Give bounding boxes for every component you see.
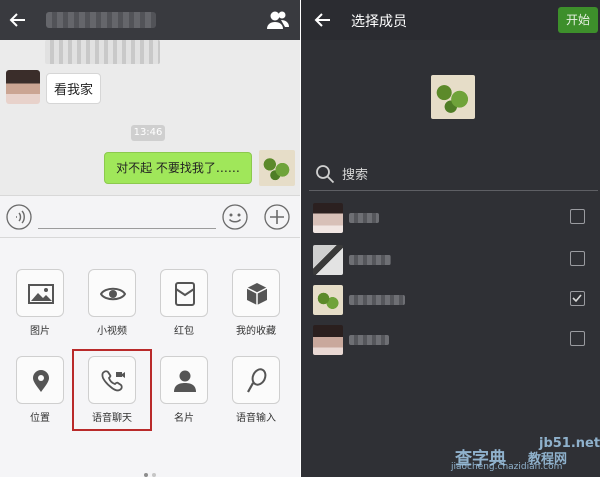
highlight-box	[72, 349, 152, 431]
member-checkbox-checked[interactable]	[570, 291, 585, 306]
search-placeholder: 搜索	[342, 168, 369, 183]
voice-mode-icon[interactable]	[6, 204, 32, 230]
search-icon	[316, 165, 335, 184]
person-card-icon	[174, 370, 196, 392]
member-checkbox[interactable]	[570, 209, 585, 224]
feature-label: 位置	[30, 413, 50, 424]
back-arrow-icon[interactable]	[313, 10, 333, 30]
search-underline	[309, 190, 598, 191]
feature-favorites-tile[interactable]	[232, 269, 280, 317]
chat-header	[0, 0, 300, 40]
cube-icon	[246, 283, 268, 305]
feature-label: 名片	[174, 413, 194, 424]
feature-image-tile[interactable]	[16, 269, 64, 317]
feature-voice-input-tile[interactable]	[232, 356, 280, 404]
member-name-blurred	[349, 213, 379, 223]
contact-avatar[interactable]	[6, 70, 40, 104]
sent-message[interactable]: 对不起 不要找我了……	[104, 152, 252, 184]
contacts-icon[interactable]	[266, 9, 290, 31]
page-title: 选择成员	[351, 14, 407, 30]
red-packet-icon	[175, 282, 195, 306]
input-bar	[0, 195, 300, 238]
member-checkbox[interactable]	[570, 331, 585, 346]
feature-label: 小视频	[97, 326, 127, 337]
feature-label: 我的收藏	[236, 326, 276, 337]
select-members-screen: 选择成员 开始 搜索 jb51.net 查字典 教程网 jiaocheng.ch…	[301, 0, 600, 477]
page-dot	[152, 473, 156, 477]
more-features-panel: 图片 小视频 红包 我的收藏 位置 语音聊天 名片 语音输入	[0, 238, 300, 477]
select-members-header: 选择成员 开始	[301, 0, 600, 40]
feature-red-packet-tile[interactable]	[160, 269, 208, 317]
member-row[interactable]	[301, 200, 600, 240]
member-name-blurred	[349, 255, 391, 265]
chat-screen: 看我家 13:46 对不起 不要找我了…… 图片 小视频 红包 我的收藏 位置 …	[0, 0, 300, 477]
member-avatar	[313, 203, 343, 233]
member-row[interactable]	[301, 322, 600, 362]
plus-icon[interactable]	[264, 204, 290, 230]
start-button[interactable]: 开始	[558, 7, 598, 33]
member-name-blurred	[349, 335, 389, 345]
feature-label: 语音输入	[236, 413, 276, 424]
page-indicator	[144, 462, 160, 477]
search-field[interactable]: 搜索	[315, 161, 585, 191]
member-avatar	[313, 245, 343, 275]
my-avatar[interactable]	[259, 150, 295, 186]
feature-card-tile[interactable]	[160, 356, 208, 404]
message-list: 看我家 13:46 对不起 不要找我了……	[0, 40, 300, 195]
chat-title-blurred	[46, 12, 156, 28]
member-checkbox[interactable]	[570, 251, 585, 266]
image-icon	[28, 284, 54, 304]
received-message[interactable]: 看我家	[46, 73, 102, 104]
member-avatar	[313, 325, 343, 355]
member-avatar	[313, 285, 343, 315]
message-input[interactable]	[38, 228, 216, 229]
emoji-icon[interactable]	[222, 204, 248, 230]
feature-label: 红包	[174, 326, 194, 337]
feature-label: 图片	[30, 326, 50, 337]
eye-icon	[100, 287, 126, 301]
member-name-blurred	[349, 295, 405, 305]
blurred-message	[45, 40, 160, 64]
member-row[interactable]	[301, 282, 600, 322]
watermark-domain: jiaocheng.chazidian.com	[451, 462, 563, 472]
message-timestamp: 13:46	[131, 125, 165, 141]
member-row[interactable]	[301, 242, 600, 282]
microphone-icon	[247, 368, 267, 393]
feature-location-tile[interactable]	[16, 356, 64, 404]
page-dot-active	[144, 473, 148, 477]
checkmark-icon	[572, 294, 582, 303]
location-pin-icon	[33, 370, 49, 392]
feature-video-tile[interactable]	[88, 269, 136, 317]
selected-member-avatar[interactable]	[431, 75, 475, 119]
back-arrow-icon[interactable]	[8, 10, 28, 30]
